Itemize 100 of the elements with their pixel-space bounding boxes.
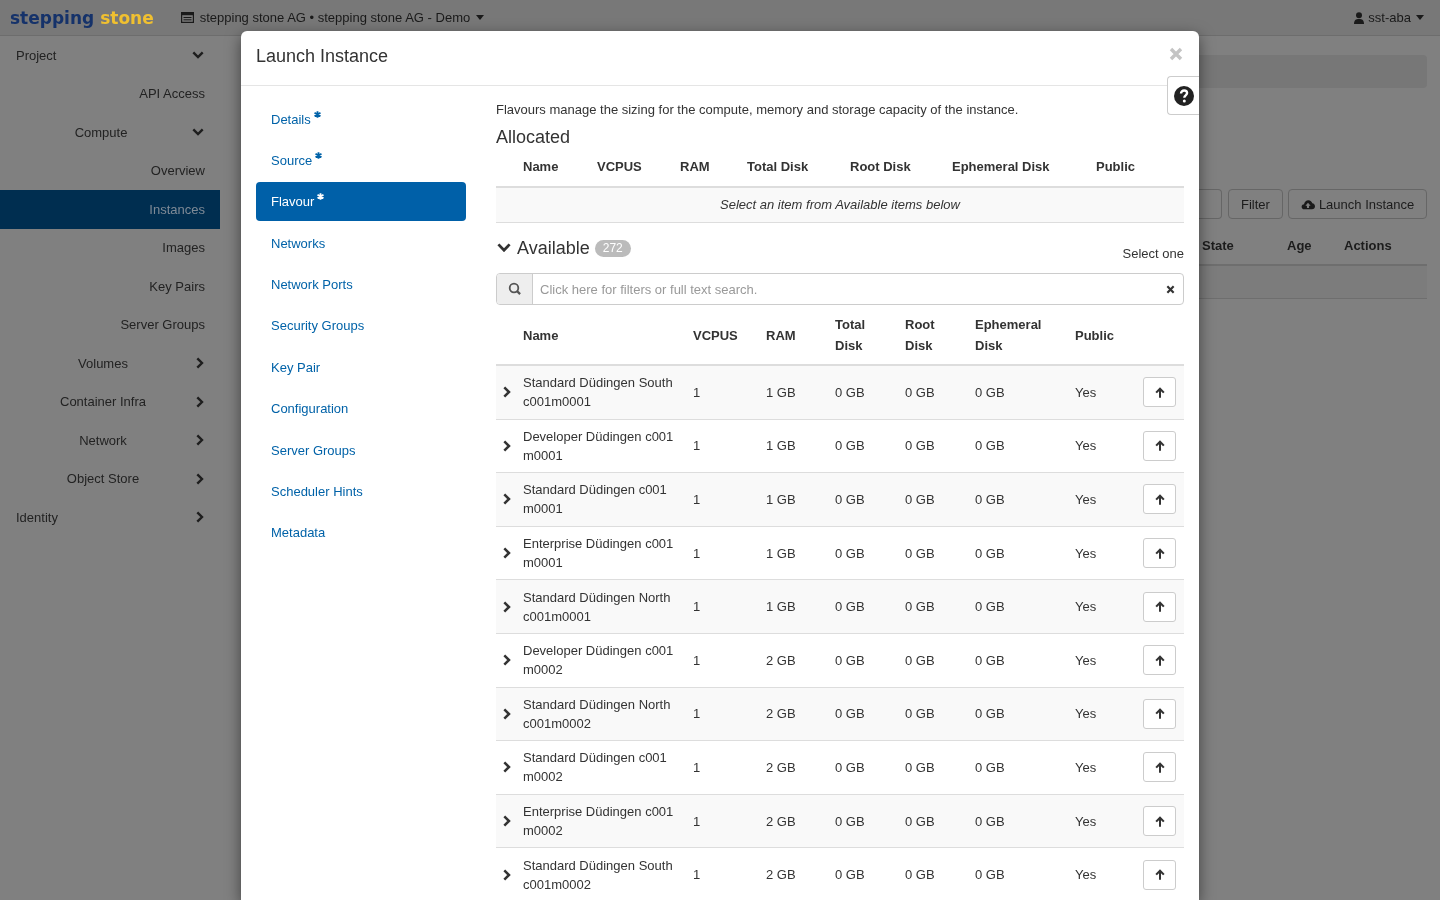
- wizard-step[interactable]: Configuration: [256, 389, 466, 429]
- wizard-step[interactable]: Details: [256, 99, 466, 139]
- table-cell: 1 GB: [758, 526, 827, 580]
- table-cell: 0 GB: [967, 687, 1067, 741]
- allocate-button[interactable]: [1143, 377, 1176, 408]
- filter-button[interactable]: Filter: [1228, 189, 1283, 219]
- sidebar-item[interactable]: Compute: [0, 113, 220, 152]
- chevron-down-icon[interactable]: [497, 243, 511, 253]
- wizard-step[interactable]: Security Groups: [256, 306, 466, 346]
- wizard-step[interactable]: Metadata: [256, 513, 466, 553]
- user-menu[interactable]: sst-aba: [1354, 10, 1424, 25]
- project-menu[interactable]: stepping stone AG • stepping stone AG - Demo: [180, 10, 485, 25]
- table-cell: 0 GB: [897, 794, 967, 848]
- sidebar-item[interactable]: Images: [0, 228, 220, 267]
- wizard-step[interactable]: Network Ports: [256, 265, 466, 305]
- description-text: Flavours manage the sizing for the compute, memory and storage capacity of the instance.: [496, 100, 1020, 119]
- chevron-right-icon[interactable]: [503, 815, 511, 828]
- table-cell: 0 GB: [897, 687, 967, 741]
- table-cell: Standard Düdingen c001 m0001: [515, 472, 685, 527]
- table-cell: Enterprise Düdingen c001 m0002: [515, 794, 685, 848]
- table-cell: Standard Düdingen South c001m0002: [515, 847, 685, 900]
- table-cell: 0 GB: [967, 419, 1067, 473]
- wizard-step[interactable]: Source: [256, 140, 466, 180]
- table-cell: 0 GB: [897, 579, 967, 634]
- sidebar-item[interactable]: Server Groups: [0, 305, 220, 344]
- table-cell: Developer Düdingen c001 m0002: [515, 633, 685, 688]
- sidebar-item[interactable]: Project: [0, 36, 220, 75]
- clear-icon[interactable]: [1166, 284, 1175, 294]
- sidebar-item[interactable]: Object Store: [0, 459, 220, 498]
- allocate-button[interactable]: [1143, 698, 1176, 729]
- table-cell: 0 GB: [897, 365, 967, 420]
- chevron-right-icon[interactable]: [503, 547, 511, 560]
- allocate-button[interactable]: [1143, 430, 1176, 461]
- help-button[interactable]: [1167, 76, 1199, 115]
- section-title: Available: [517, 237, 590, 259]
- allocate-button[interactable]: [1143, 484, 1176, 515]
- table-cell: 1: [685, 419, 758, 473]
- allocate-button[interactable]: [1143, 645, 1176, 676]
- wizard-step[interactable]: Key Pair: [256, 347, 466, 387]
- wizard-step[interactable]: Networks: [256, 223, 466, 263]
- table-cell: Yes: [1067, 633, 1135, 688]
- table-cell: Yes: [1067, 740, 1135, 795]
- table-cell: 0 GB: [827, 419, 897, 473]
- table-cell: Standard Düdingen North c001m0001: [515, 579, 685, 634]
- table-cell: 0 GB: [827, 847, 897, 900]
- table-cell: 1: [685, 526, 758, 580]
- search-field[interactable]: [1199, 189, 1222, 219]
- chevron-right-icon[interactable]: [503, 761, 511, 774]
- table-cell: 1: [685, 687, 758, 741]
- chevron-right-icon[interactable]: [503, 386, 511, 399]
- allocate-button[interactable]: [1143, 538, 1176, 569]
- allocate-button[interactable]: [1143, 591, 1176, 622]
- table-cell: 0 GB: [827, 687, 897, 741]
- wizard-step[interactable]: Scheduler Hints: [256, 472, 466, 511]
- chevron-right-icon[interactable]: [503, 600, 511, 613]
- arrow-up-icon: [1154, 761, 1165, 773]
- table-cell: Yes: [1067, 579, 1135, 634]
- allocate-button[interactable]: [1143, 752, 1176, 783]
- chevron-right-icon[interactable]: [503, 654, 511, 667]
- dialog-title: Launch Instance: [256, 45, 389, 67]
- table-cell: 1 GB: [758, 365, 827, 420]
- logo: stepping stone: [10, 7, 154, 28]
- table-cell: 1 GB: [758, 419, 827, 473]
- table-cell: 0 GB: [897, 847, 967, 900]
- table-cell: 2 GB: [758, 687, 827, 741]
- table-cell: 1: [685, 365, 758, 420]
- table-cell: 0 GB: [827, 633, 897, 688]
- table-cell: Standard Düdingen South c001m0001: [515, 365, 685, 420]
- section-title: Allocated: [496, 126, 572, 148]
- sidebar-item[interactable]: Network: [0, 421, 220, 460]
- sidebar-item[interactable]: Key Pairs: [0, 267, 220, 306]
- arrow-up-icon: [1154, 815, 1165, 827]
- sidebar-item[interactable]: Instances: [0, 190, 220, 229]
- chevron-right-icon[interactable]: [503, 493, 511, 506]
- column-header: Actions: [1343, 237, 1393, 253]
- wizard-step[interactable]: Flavour: [256, 182, 466, 222]
- arrow-up-icon: [1154, 547, 1165, 559]
- launch-instance-button[interactable]: Launch Instance: [1287, 189, 1428, 219]
- count-badge: 272: [594, 239, 631, 257]
- caret-down-icon: [476, 15, 485, 20]
- table-cell: 0 GB: [827, 579, 897, 634]
- arrow-up-icon: [1154, 494, 1165, 505]
- sidebar-item[interactable]: Overview: [0, 151, 220, 190]
- table-cell: Yes: [1067, 794, 1135, 848]
- table-cell: 0 GB: [827, 526, 897, 580]
- chevron-right-icon[interactable]: [503, 868, 511, 881]
- allocate-button[interactable]: [1143, 806, 1176, 837]
- allocate-button[interactable]: [1143, 859, 1176, 890]
- sidebar-item[interactable]: Container Infra: [0, 382, 220, 421]
- sidebar-item[interactable]: Identity: [0, 498, 220, 537]
- arrow-up-icon: [1154, 386, 1165, 398]
- sidebar-item[interactable]: API Access: [0, 74, 220, 113]
- table-cell: Yes: [1067, 419, 1135, 473]
- sidebar-item[interactable]: Volumes: [0, 344, 220, 383]
- wizard-step[interactable]: Server Groups: [256, 430, 466, 470]
- chevron-right-icon[interactable]: [503, 707, 511, 720]
- chevron-right-icon[interactable]: [503, 439, 511, 452]
- arrow-up-icon: [1154, 601, 1165, 613]
- table-cell: 0 GB: [897, 472, 967, 527]
- table-cell: 1 GB: [758, 579, 827, 634]
